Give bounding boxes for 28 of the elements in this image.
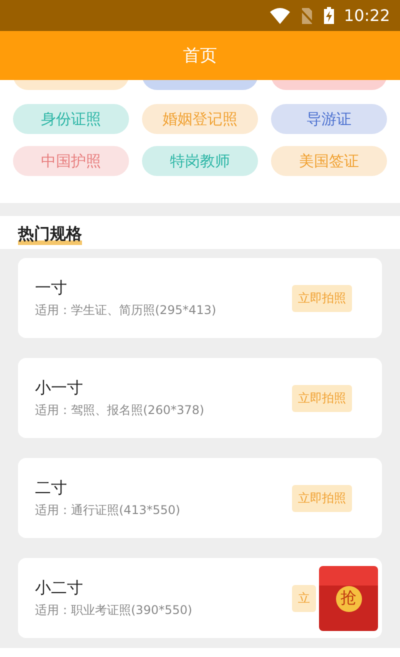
category-pill[interactable]: 婚姻登记照: [142, 104, 258, 134]
category-pill[interactable]: 中国护照: [13, 146, 129, 176]
category-pill[interactable]: 美国签证: [271, 146, 387, 176]
category-pill[interactable]: 导游证: [271, 104, 387, 134]
size-title: 一寸: [35, 278, 68, 298]
take-photo-button[interactable]: 立即拍照: [292, 484, 352, 512]
take-photo-button[interactable]: 立: [292, 584, 316, 612]
section-title: 热门规格: [18, 223, 82, 245]
page-title: 首页: [183, 45, 217, 67]
take-photo-button[interactable]: 立即拍照: [292, 284, 352, 312]
no-sim-icon: [300, 8, 314, 24]
gift-envelope-button[interactable]: 抢: [319, 566, 378, 631]
size-description: 适用：驾照、报名照(260*378): [35, 402, 204, 418]
take-photo-button[interactable]: 立即拍照: [292, 384, 352, 412]
size-description: 适用：学生证、简历照(295*413): [35, 302, 216, 318]
wifi-icon: [270, 8, 290, 24]
size-title: 小二寸: [35, 578, 84, 598]
clock-time: 10:22: [344, 6, 390, 25]
category-pill[interactable]: 特岗教师: [142, 146, 258, 176]
size-card[interactable]: 二寸 适用：通行证照(413*550) 立即拍照: [18, 458, 382, 538]
size-card[interactable]: 一寸 适用：学生证、简历照(295*413) 立即拍照: [18, 258, 382, 338]
size-title: 小一寸: [35, 378, 84, 398]
battery-charging-icon: [324, 7, 334, 24]
size-description: 适用：职业考证照(390*550): [35, 602, 192, 618]
size-title: 二寸: [35, 478, 68, 498]
size-description: 适用：通行证照(413*550): [35, 502, 180, 518]
category-pill[interactable]: 身份证照: [13, 104, 129, 134]
size-card[interactable]: 小一寸 适用：驾照、报名照(260*378) 立即拍照: [18, 358, 382, 438]
